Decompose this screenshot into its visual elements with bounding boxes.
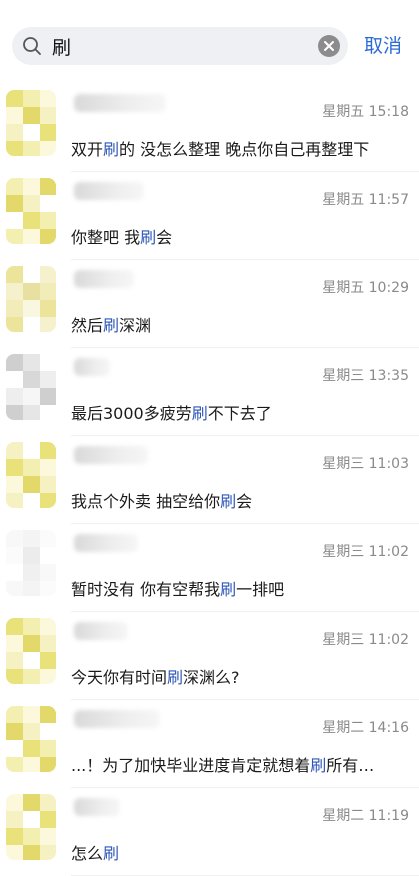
contact-name-redacted [74,182,144,200]
message-timestamp: 星期五 11:57 [322,192,409,208]
search-results-list: 星期五 15:18 双开刷的 没怎么整理 晚点你自己再整理下 星期五 11:57 你整… [0,84,419,876]
message-timestamp: 星期二 14:16 [322,720,409,736]
avatar [6,90,56,156]
keyword-highlight: 刷 [191,404,208,423]
snippet-text: 会 [236,492,253,511]
message-timestamp: 星期三 11:02 [322,632,409,648]
avatar [6,266,56,332]
snippet-text: 深渊 [119,316,152,335]
snippet-text: 会 [156,228,173,247]
search-result-item[interactable]: 星期五 11:57 你整吧 我刷会 [0,172,419,260]
snippet-text: 暂时没有 你有空帮我 [71,580,221,599]
avatar [6,178,56,244]
keyword-highlight: 刷 [103,316,120,335]
contact-name-redacted [74,358,110,376]
keyword-highlight: 刷 [103,844,120,863]
message-snippet: 双开刷的 没怎么整理 晚点你自己再整理下 [71,136,407,160]
contact-name-redacted [74,622,128,640]
snippet-text: ...！为了加快毕业进度肯定就想着 [71,756,311,775]
keyword-highlight: 刷 [310,756,327,775]
search-result-item[interactable]: 星期二 11:19 怎么刷 [0,788,419,876]
message-timestamp: 星期五 15:18 [322,104,409,120]
search-result-item[interactable]: 星期五 10:29 然后刷深渊 [0,260,419,348]
message-snippet: 你整吧 我刷会 [71,224,407,248]
keyword-highlight: 刷 [220,580,237,599]
contact-name-redacted [74,534,138,552]
message-snippet: 然后刷深渊 [71,312,407,336]
cancel-button[interactable]: 取消 [364,32,402,60]
message-timestamp: 星期二 11:19 [322,808,409,824]
snippet-text: 的 没怎么整理 晚点你自己再整理下 [119,140,370,159]
search-icon [22,36,42,56]
search-result-item[interactable]: 星期三 13:35 最后3000多疲劳刷不下去了 [0,348,419,436]
message-snippet: 暂时没有 你有空帮我刷一排吧 [71,576,407,600]
clear-icon[interactable] [318,35,340,57]
snippet-text: 我点个外卖 抽空给你 [71,492,221,511]
contact-name-redacted [74,798,120,816]
message-snippet: ...！为了加快毕业进度肯定就想着刷所有… [71,752,407,776]
message-timestamp: 星期三 11:03 [322,456,409,472]
search-input[interactable] [52,31,302,61]
keyword-highlight: 刷 [167,668,184,687]
message-snippet: 最后3000多疲劳刷不下去了 [71,400,407,424]
snippet-text: 一排吧 [236,580,285,599]
contact-name-redacted [74,270,134,288]
search-result-item[interactable]: 星期三 11:02 今天你有时间刷深渊么? [0,612,419,700]
message-snippet: 怎么刷 [71,840,407,864]
message-snippet: 我点个外卖 抽空给你刷会 [71,488,407,512]
search-result-item[interactable]: 星期三 11:03 我点个外卖 抽空给你刷会 [0,436,419,524]
message-timestamp: 星期五 10:29 [322,280,409,296]
keyword-highlight: 刷 [140,228,157,247]
search-box[interactable] [12,27,348,65]
search-bar: 取消 [0,0,419,92]
snippet-text: 不下去了 [207,404,272,423]
message-snippet: 今天你有时间刷深渊么? [71,664,407,688]
message-timestamp: 星期三 13:35 [322,368,409,384]
contact-name-redacted [74,710,160,728]
snippet-text: 今天你有时间 [71,668,168,687]
avatar [6,706,56,772]
snippet-text: 怎么 [71,844,104,863]
snippet-text: 深渊么? [183,668,240,687]
contact-name-redacted [74,446,148,464]
keyword-highlight: 刷 [103,140,120,159]
search-result-item[interactable]: 星期二 14:16 ...！为了加快毕业进度肯定就想着刷所有… [0,700,419,788]
snippet-text: 双开 [71,140,104,159]
avatar [6,618,56,684]
snippet-text: 然后 [71,316,104,335]
search-result-item[interactable]: 星期三 11:02 暂时没有 你有空帮我刷一排吧 [0,524,419,612]
message-timestamp: 星期三 11:02 [322,544,409,560]
avatar [6,442,56,508]
avatar [6,794,56,860]
contact-name-redacted [74,94,166,112]
avatar [6,530,56,596]
snippet-text: 最后3000多疲劳 [71,404,192,423]
keyword-highlight: 刷 [220,492,237,511]
snippet-text: 你整吧 我 [71,228,141,247]
avatar [6,354,56,420]
search-result-item[interactable]: 星期五 15:18 双开刷的 没怎么整理 晚点你自己再整理下 [0,84,419,172]
snippet-text: 所有… [326,756,375,775]
